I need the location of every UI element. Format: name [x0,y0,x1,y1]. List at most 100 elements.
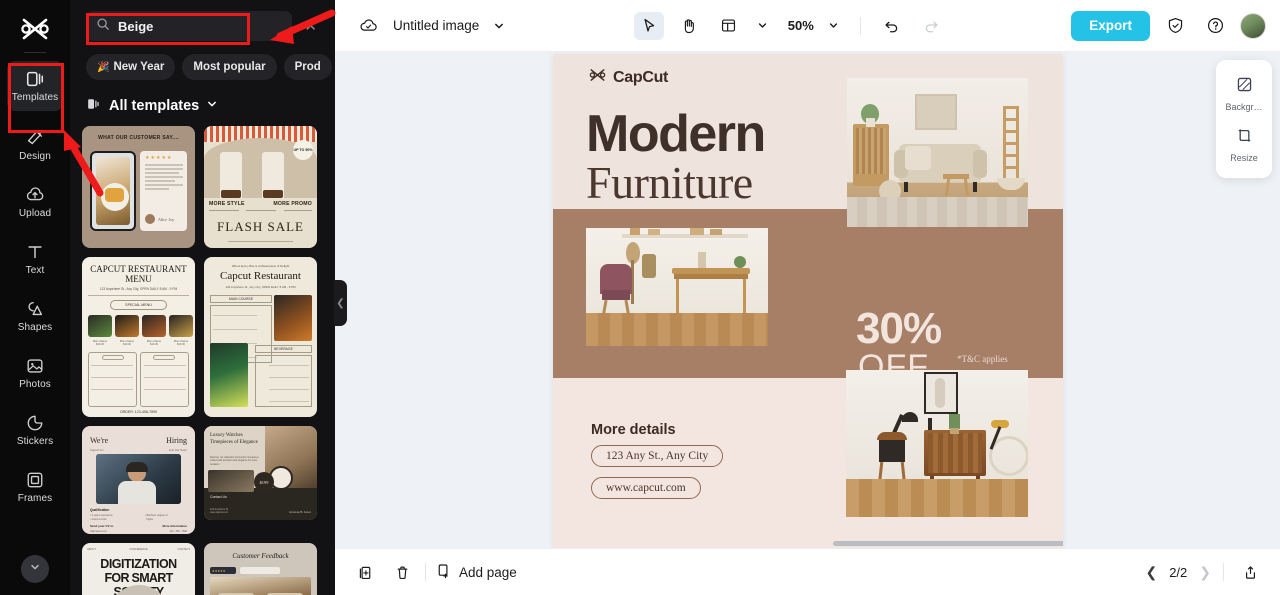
canvas-image-living-room[interactable] [847,78,1028,227]
canvas-brand: CapCut [589,68,668,87]
canvas-terms[interactable]: *T&C applies [957,354,1008,364]
chip-new-year[interactable]: 🎉 New Year [86,54,176,80]
background-tool-label: Backgr… [1225,102,1263,112]
template-section: Qualification [90,508,110,512]
all-templates-label: All templates [109,98,200,114]
top-toolbar: Untitled image 50% Export [335,0,1280,52]
page-indicator: 2/2 [1169,564,1188,580]
sidebar-item-label: Upload [18,208,52,219]
canvas-image-sideboard[interactable] [846,370,1028,517]
frames-icon [25,470,45,490]
title-chevron-down-icon[interactable] [489,12,509,40]
zoom-chevron-down-icon[interactable] [824,12,844,40]
rail-divider [24,52,46,53]
canvas-discount[interactable]: 30% [856,307,942,351]
template-card-restaurant-menu[interactable]: CAPCUT RESTAURANT MENU 123 Anywhere St.,… [82,257,195,417]
template-line1: DIGITIZATION [100,557,177,571]
canvas-address-pill[interactable]: 123 Any St., Any City [591,445,724,467]
resize-icon [1235,126,1254,150]
template-card-capcut-restaurant[interactable]: Where Every Bite is a Masterpiece of Del… [204,257,317,417]
bottom-toolbar: Add page ❮ 2/2 ❯ [335,548,1280,595]
export-page-button[interactable] [1236,559,1264,585]
canvas-horizontal-scrollbar[interactable] [833,541,1063,546]
sidebar-item-photos[interactable]: Photos [7,348,63,398]
collapse-panel-handle[interactable]: ❮ [334,280,347,326]
template-title: FLASH SALE [217,219,304,234]
search-input[interactable] [118,18,283,34]
search-box[interactable] [86,11,293,41]
rail-items: Templates Design Upload Text Shapes Phot… [0,61,70,519]
add-page-button[interactable]: Add page [435,562,517,582]
clear-search-icon[interactable]: ✕ [300,15,321,37]
sidebar-item-stickers[interactable]: Stickers [7,405,63,455]
template-card-luxury-watches[interactable]: Luxury Watches Timepieces of Elegance Di… [204,426,317,520]
cursor-tool-button[interactable] [633,11,664,40]
hand-tool-button[interactable] [674,12,704,40]
sidebar-item-label: Text [25,265,45,276]
canvas-brand-text: CapCut [613,68,669,86]
sidebar-item-design[interactable]: Design [7,120,63,170]
design-canvas[interactable]: CapCut Modern Furniture 30% OFF *T&C app… [553,54,1063,548]
sidebar-item-frames[interactable]: Frames [7,462,63,512]
sidebar-expand-button[interactable] [21,555,49,583]
chip-most-popular[interactable]: Most popular [182,54,277,80]
right-tools-panel: Backgr… Resize [1216,60,1272,178]
sidebar-item-templates[interactable]: Templates [7,61,63,111]
layout-chevron-down-icon[interactable] [754,12,772,40]
sidebar-item-label: Design [19,151,51,162]
canvas-heading-2[interactable]: Furniture [586,160,753,206]
resize-tool-label: Resize [1230,153,1258,163]
export-button[interactable]: Export [1071,10,1150,41]
sidebar-item-text[interactable]: Text [7,234,63,284]
template-right-label: MORE PROMO [273,201,312,207]
chip-product[interactable]: Prod [283,54,332,80]
zoom-level-value[interactable]: 50% [788,18,814,33]
document-title[interactable]: Untitled image [393,18,479,33]
duplicate-page-button[interactable] [351,559,379,585]
canvas-heading-1[interactable]: Modern [586,108,766,160]
template-card-customer-feedback[interactable]: Customer Feedback ★★★★★ Sofia Vivall Jan… [204,543,317,595]
canvas-viewport[interactable]: CapCut Modern Furniture 30% OFF *T&C app… [335,52,1280,548]
canvas-website-pill[interactable]: www.capcut.com [591,477,701,499]
sidebar-item-shapes[interactable]: Shapes [7,291,63,341]
bottom-divider [425,563,426,581]
template-section-bev: BEVERAGE [255,345,312,353]
chevron-down-icon [29,560,41,578]
capcut-logo-icon [589,68,606,87]
template-title: Luxury Watches Timepieces of Elegance [210,433,258,445]
template-title-right: Hiring [166,436,187,445]
template-brand: Glorious B. Grace [289,510,311,514]
template-card-customer-review[interactable]: WHAT OUR CUSTOMER SAY.... ★★★★★ Alice Jo… [82,126,195,248]
sidebar-item-upload[interactable]: Upload [7,177,63,227]
template-title-left: We're [90,436,109,445]
chevron-left-icon: ❮ [336,297,345,309]
all-templates-dropdown[interactable]: All templates [70,82,335,126]
bottom-divider-2 [1223,563,1224,581]
shield-check-icon[interactable] [1160,12,1190,40]
chevron-down-icon [206,98,218,114]
cloud-save-icon[interactable] [353,12,383,40]
capcut-editor-window: Templates Design Upload Text Shapes Phot… [0,0,1280,595]
next-page-button[interactable]: ❯ [1199,564,1211,581]
help-circle-icon[interactable] [1200,12,1230,40]
search-row: ✕ [70,0,335,52]
undo-button[interactable] [877,12,907,40]
user-avatar[interactable] [1240,12,1266,39]
template-contact: Contact Us [210,495,227,499]
layout-tool-button[interactable] [714,12,744,40]
template-card-digitization[interactable]: ABOUT CONFERENCE CONTACT DIGITIZATION FO… [82,543,195,595]
shapes-icon [25,299,45,319]
sidebar-item-label: Photos [19,379,51,390]
canvas-image-study-room[interactable] [586,228,768,346]
canvas-more-details[interactable]: More details [591,422,676,438]
background-tool-button[interactable]: Backgr… [1216,68,1272,119]
redo-button[interactable] [917,12,947,40]
template-card-flash-sale[interactable]: UP TO 50% MORE STYLE MORE PROMO FLASH SA… [204,126,317,248]
resize-tool-button[interactable]: Resize [1216,119,1272,170]
upload-cloud-icon [25,185,45,205]
delete-page-button[interactable] [388,559,416,585]
prev-page-button[interactable]: ❮ [1145,564,1157,581]
capcut-logo-icon[interactable] [13,12,57,46]
template-card-were-hiring[interactable]: We're Hiring Capcut Inc. Join Our Team Q… [82,426,195,534]
text-icon [25,242,45,262]
